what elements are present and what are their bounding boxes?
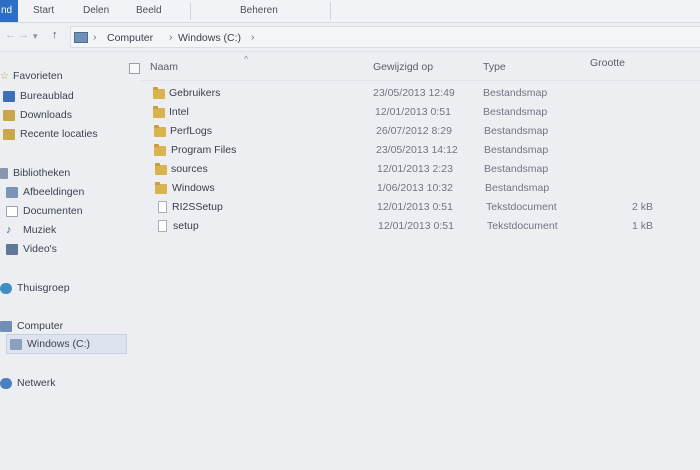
file-row[interactable]: Program Files 23/05/2013 14:12 Bestandsm… <box>150 142 700 161</box>
back-button[interactable]: ← <box>5 29 16 41</box>
file-name: sources <box>171 163 208 175</box>
sidebar-item-desktop[interactable]: Bureaublad <box>3 87 74 105</box>
file-row[interactable]: RI2SSetup 12/01/2013 0:51 Tekstdocument … <box>150 199 700 218</box>
folder-icon <box>153 87 165 99</box>
file-date: 12/01/2013 0:51 <box>377 201 453 213</box>
libraries-icon <box>0 167 8 179</box>
file-name: RI2SSetup <box>172 201 223 213</box>
breadcrumb-computer[interactable]: Computer <box>107 32 153 44</box>
file-row[interactable]: Gebruikers 23/05/2013 12:49 Bestandsmap <box>150 85 700 104</box>
column-header-name[interactable]: Naam <box>150 61 178 73</box>
up-button[interactable]: ↑ <box>52 29 58 41</box>
sidebar-item-computer[interactable]: Computer <box>0 317 63 335</box>
recent-locations-button[interactable]: ▾ <box>33 31 38 42</box>
file-row[interactable]: setup 12/01/2013 0:51 Tekstdocument 1 kB <box>150 218 700 237</box>
column-header-size[interactable]: Grootte <box>590 57 625 69</box>
sidebar-item-windows-c[interactable]: Windows (C:) <box>6 334 127 354</box>
file-type: Bestandsmap <box>484 163 549 175</box>
folder-icon <box>155 163 167 175</box>
sidebar-item-favorites[interactable]: ☆ Favorieten <box>0 67 63 85</box>
file-name: setup <box>173 220 199 232</box>
tab-share[interactable]: Delen <box>83 5 109 16</box>
file-name: Program Files <box>171 144 237 156</box>
file-type: Bestandsmap <box>484 144 549 156</box>
column-header-divider <box>140 80 700 81</box>
chevron-right-icon: › <box>169 31 173 43</box>
sidebar-item-libraries[interactable]: Bibliotheken <box>0 164 70 182</box>
chevron-right-icon: › <box>93 31 97 43</box>
file-row[interactable]: sources 12/01/2013 2:23 Bestandsmap <box>150 161 700 180</box>
folder-icon <box>155 182 167 194</box>
folder-icon <box>154 125 166 137</box>
ribbon-divider <box>330 2 331 20</box>
column-header-modified[interactable]: Gewijzigd op <box>373 61 433 73</box>
file-size: 1 kB <box>631 220 653 232</box>
file-date: 12/01/2013 2:23 <box>377 163 453 175</box>
sidebar-item-homegroup[interactable]: Thuisgroep <box>0 279 70 297</box>
file-row[interactable]: PerfLogs 26/07/2012 8:29 Bestandsmap <box>150 123 700 142</box>
breadcrumb-windows-c[interactable]: Windows (C:) <box>178 32 241 44</box>
file-type: Bestandsmap <box>483 87 548 99</box>
sidebar-item-pictures[interactable]: Afbeeldingen <box>6 183 84 201</box>
file-type: Tekstdocument <box>487 220 558 232</box>
file-date: 23/05/2013 12:49 <box>373 87 455 99</box>
sidebar-item-videos[interactable]: Video's <box>6 240 57 258</box>
sidebar-item-recent-places[interactable]: Recente locaties <box>3 125 98 143</box>
tab-view[interactable]: Beeld <box>136 5 162 16</box>
folder-icon <box>153 106 165 118</box>
tab-manage[interactable]: Beheren <box>240 5 278 16</box>
tab-start[interactable]: Start <box>33 5 54 16</box>
column-header-type[interactable]: Type <box>483 61 506 73</box>
sidebar-item-network[interactable]: Netwerk <box>0 374 56 392</box>
sidebar-item-music[interactable]: ♪ Muziek <box>6 221 56 239</box>
forward-button[interactable]: → <box>18 29 29 41</box>
file-name: Windows <box>172 182 215 194</box>
star-icon: ☆ <box>0 70 9 82</box>
computer-icon <box>74 32 88 43</box>
select-all-checkbox[interactable] <box>129 63 140 74</box>
file-date: 12/01/2013 0:51 <box>375 106 451 118</box>
file-type: Tekstdocument <box>486 201 557 213</box>
computer-icon <box>0 320 12 332</box>
downloads-icon <box>3 109 15 121</box>
sort-ascending-icon: ^ <box>244 54 249 64</box>
ribbon-divider <box>190 2 191 20</box>
music-icon: ♪ <box>6 223 12 236</box>
sidebar-item-downloads[interactable]: Downloads <box>3 106 72 124</box>
file-date: 1/06/2013 10:32 <box>377 182 453 194</box>
text-document-icon <box>158 220 167 232</box>
file-date: 26/07/2012 8:29 <box>376 125 452 137</box>
chevron-right-icon: › <box>251 31 255 43</box>
drive-icon <box>10 338 22 350</box>
network-icon <box>0 377 12 389</box>
address-input[interactable]: › Computer › Windows (C:) › <box>70 26 700 48</box>
file-date: 12/01/2013 0:51 <box>378 220 454 232</box>
file-tab[interactable]: nd <box>0 0 18 22</box>
folder-icon <box>154 144 166 156</box>
ribbon-tabs: nd Start Delen Beeld Beheren <box>0 0 700 23</box>
recent-places-icon <box>3 128 15 140</box>
desktop-icon <box>3 90 15 102</box>
file-type: Bestandsmap <box>484 125 549 137</box>
address-bar: ← → ▾ ↑ › Computer › Windows (C:) › <box>0 23 700 52</box>
sidebar-item-documents[interactable]: Documenten <box>6 202 83 220</box>
file-date: 23/05/2013 14:12 <box>376 144 458 156</box>
file-size: 2 kB <box>631 201 653 213</box>
file-row[interactable]: Intel 12/01/2013 0:51 Bestandsmap <box>150 104 700 123</box>
file-type: Bestandsmap <box>485 182 550 194</box>
pictures-icon <box>6 186 18 198</box>
text-document-icon <box>158 201 167 213</box>
videos-icon <box>6 243 18 255</box>
file-row[interactable]: Windows 1/06/2013 10:32 Bestandsmap <box>150 180 700 199</box>
file-type: Bestandsmap <box>483 106 548 118</box>
file-name: Intel <box>169 106 189 118</box>
documents-icon <box>6 205 18 217</box>
navigation-pane: ☆ Favorieten Bureaublad Downloads Recente… <box>0 52 132 470</box>
file-name: Gebruikers <box>169 87 221 99</box>
file-name: PerfLogs <box>170 125 213 137</box>
homegroup-icon <box>0 282 12 294</box>
